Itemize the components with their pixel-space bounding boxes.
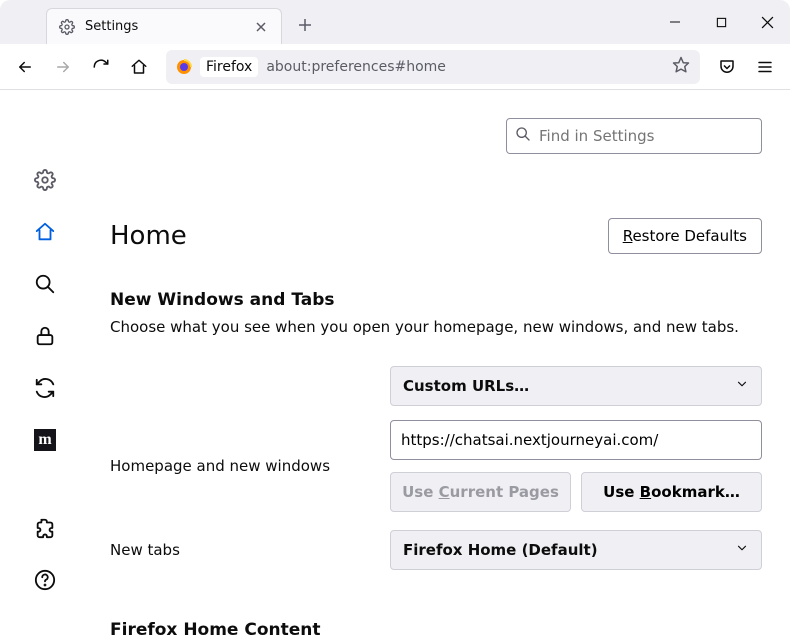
- reload-button[interactable]: [84, 50, 118, 84]
- firefox-logo-icon: [176, 59, 192, 75]
- minimize-button[interactable]: [652, 0, 698, 44]
- sidebar-item-support[interactable]: [25, 560, 65, 600]
- homepage-mode-value: Custom URLs…: [403, 377, 529, 395]
- browser-tab[interactable]: Settings: [46, 8, 282, 44]
- close-tab-icon[interactable]: [253, 19, 269, 35]
- find-in-settings-input[interactable]: [539, 127, 753, 145]
- find-in-settings[interactable]: [506, 118, 762, 154]
- newtabs-mode-select[interactable]: Firefox Home (Default): [390, 530, 762, 570]
- settings-main: Home Restore Defaults New Windows and Ta…: [90, 90, 790, 638]
- sidebar-item-search[interactable]: [25, 264, 65, 304]
- tab-label: Settings: [85, 19, 243, 34]
- sidebar-item-home[interactable]: [25, 212, 65, 252]
- sidebar-item-general[interactable]: [25, 160, 65, 200]
- newtabs-label: New tabs: [110, 541, 390, 559]
- sidebar-item-more-mozilla[interactable]: m: [25, 420, 65, 460]
- mozilla-icon: m: [34, 429, 56, 451]
- chevron-down-icon: [735, 541, 749, 559]
- chevron-down-icon: [735, 377, 749, 395]
- new-tab-button[interactable]: [290, 10, 320, 40]
- use-current-pages-button: Use Current Pages: [390, 472, 571, 512]
- navigation-toolbar: Firefox about:preferences#home: [0, 44, 790, 90]
- url-bar[interactable]: Firefox about:preferences#home: [166, 50, 700, 84]
- home-button[interactable]: [122, 50, 156, 84]
- section-new-windows-tabs: New Windows and Tabs: [110, 290, 762, 310]
- close-window-button[interactable]: [744, 0, 790, 44]
- title-bar: Settings: [0, 0, 790, 44]
- url-path: about:preferences#home: [266, 59, 446, 75]
- sidebar-item-extensions[interactable]: [25, 508, 65, 548]
- newtabs-mode-value: Firefox Home (Default): [403, 541, 598, 559]
- firefox-window: Settings: [0, 0, 790, 638]
- forward-button: [46, 50, 80, 84]
- section-firefox-home-content: Firefox Home Content: [110, 620, 762, 638]
- use-bookmark-button[interactable]: Use Bookmark…: [581, 472, 762, 512]
- identity-label: Firefox: [200, 57, 258, 77]
- back-button[interactable]: [8, 50, 42, 84]
- app-menu-button[interactable]: [748, 50, 782, 84]
- settings-content: m Home Restore Defaults: [0, 90, 790, 638]
- sidebar-item-sync[interactable]: [25, 368, 65, 408]
- bookmark-star-icon[interactable]: [672, 56, 690, 78]
- sidebar-item-privacy[interactable]: [25, 316, 65, 356]
- page-title: Home: [110, 221, 608, 251]
- search-icon: [515, 126, 531, 146]
- restore-defaults-button[interactable]: Restore Defaults: [608, 218, 762, 254]
- pocket-button[interactable]: [710, 50, 744, 84]
- gear-icon: [59, 19, 75, 35]
- homepage-mode-select[interactable]: Custom URLs…: [390, 366, 762, 406]
- section-description: Choose what you see when you open your h…: [110, 318, 762, 336]
- homepage-label: Homepage and new windows: [110, 457, 390, 475]
- window-controls: [652, 0, 790, 44]
- homepage-url-input[interactable]: [390, 420, 762, 460]
- maximize-button[interactable]: [698, 0, 744, 44]
- settings-sidebar: m: [0, 90, 90, 638]
